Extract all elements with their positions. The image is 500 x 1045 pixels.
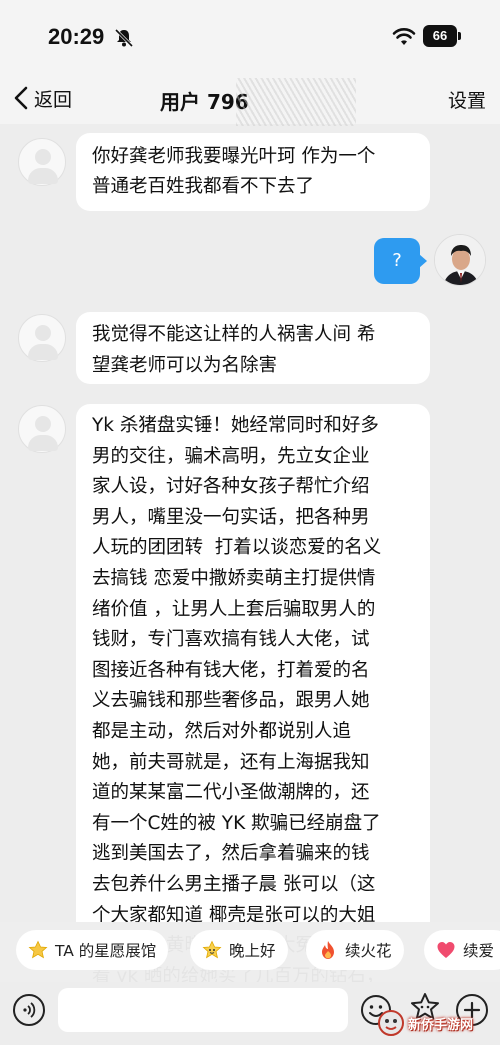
bell-muted-icon [114,28,134,48]
avatar[interactable] [18,138,66,186]
chip-label: TA 的星愿展馆 [55,942,157,960]
chevron-left-icon [14,86,28,110]
chip-label: 续火花 [345,942,392,960]
site-watermark: 新侨手游网 [376,1006,494,1040]
my-avatar[interactable] [434,234,486,286]
wifi-icon [392,28,416,45]
chip-label: 续爱 [463,942,495,960]
voice-button[interactable] [13,994,45,1026]
status-bar: 20:29 66 [0,0,500,72]
message-bubble: 我觉得不能这让样的人祸害人间 希 望龚老师可以为名除害 [76,312,430,384]
watermark-text: 新侨手游网 [408,1017,474,1033]
quick-reply-chip[interactable]: 晚上好 [190,930,288,970]
avatar[interactable] [18,314,66,362]
settings-button[interactable]: 设置 [448,86,486,113]
voice-icon [23,1002,36,1018]
person-photo-icon [435,235,485,285]
my-message-bubble: ? [374,238,427,284]
scribble-overlay [236,78,356,126]
message-input[interactable] [58,988,348,1032]
star-icon [28,940,48,959]
quick-reply-bar: TA 的星愿展馆 晚上好 续火花 续爱 [0,922,500,982]
back-button[interactable]: 返回 [12,84,72,112]
message-bubble: 你好龚老师我要曝光叶珂 作为一个 普通老百姓我都看不下去了 [76,133,430,211]
star-face-icon [202,940,222,959]
watermark-logo-icon [378,1010,404,1036]
status-time: 20:29 [48,24,105,49]
chip-label: 晚上好 [229,942,276,960]
heart-icon [437,942,455,958]
message-bubble: Yk 杀猪盘实锤！她经常同时和好多 男的交往，骗术高明，先立女企业 家人设，讨好… [76,404,430,994]
quick-reply-chip[interactable]: 续火花 [306,930,404,970]
avatar[interactable] [18,405,66,453]
quick-reply-chip[interactable]: TA 的星愿展馆 [16,930,169,970]
back-label: 返回 [34,88,73,111]
battery-icon: 66 [423,25,461,47]
fire-icon [322,941,334,959]
quick-reply-chip[interactable]: 续爱 [424,930,500,970]
